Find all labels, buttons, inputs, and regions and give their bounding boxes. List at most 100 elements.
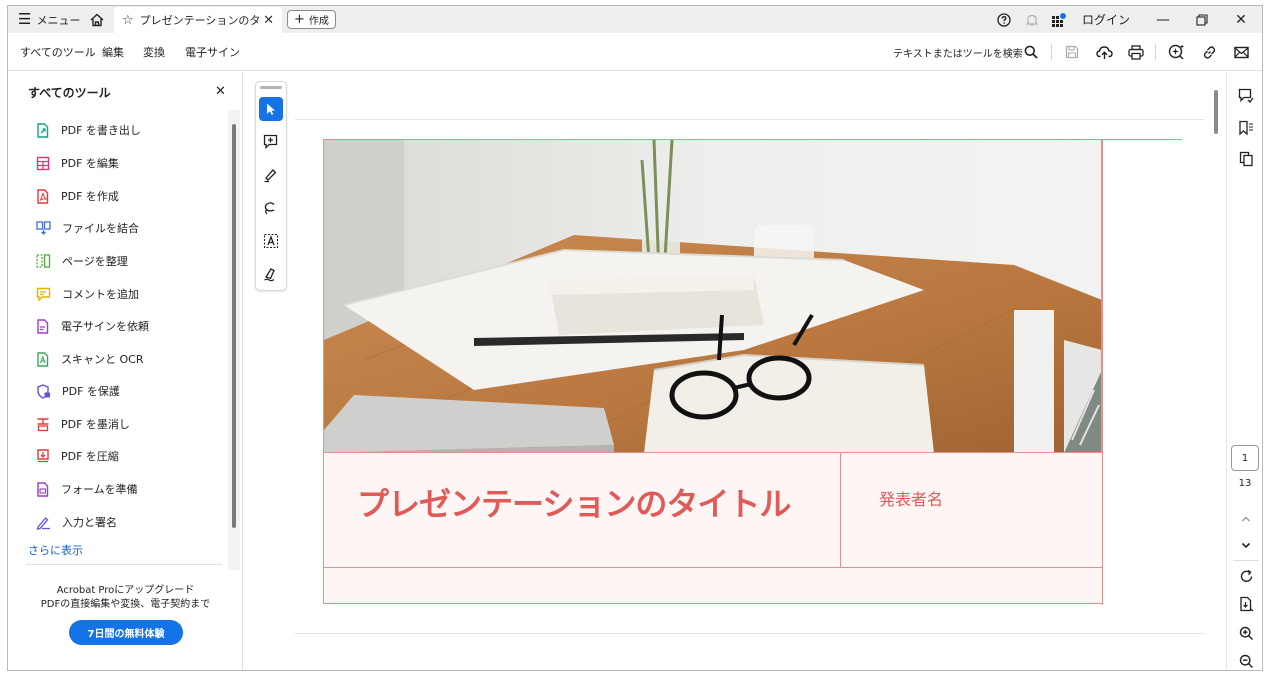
tab-all-tools[interactable]: すべてのツール [20, 33, 96, 71]
document-tab[interactable]: ☆ プレゼンテーションのタイ… ✕ [114, 7, 282, 33]
document-viewer[interactable]: プレゼンテーションのタイトル 発表者名 [244, 72, 1226, 670]
tab-title: プレゼンテーションのタイ… [139, 14, 260, 27]
share-link-button[interactable] [1197, 33, 1221, 71]
tool-protect-pdf[interactable]: PDF を保護 [36, 380, 120, 402]
maximize-button[interactable] [1182, 6, 1222, 33]
sign-tool[interactable] [259, 262, 283, 286]
tool-label: ページを整理 [62, 255, 128, 268]
tool-fill-and-sign[interactable]: 入力と署名 [36, 511, 117, 533]
email-button[interactable] [1229, 33, 1253, 71]
select-tool[interactable] [259, 97, 283, 121]
slide-title-box[interactable]: プレゼンテーションのタイトル [324, 453, 841, 568]
show-more-link[interactable]: さらに表示 [28, 542, 83, 558]
free-trial-button[interactable]: 7日間の無料体験 [69, 620, 183, 645]
close-window-button[interactable]: ✕ [1221, 6, 1261, 33]
zoom-in-button[interactable] [1234, 621, 1258, 645]
protect-pdf-icon [37, 383, 50, 399]
current-page-input[interactable]: 1 [1231, 445, 1259, 471]
document-scrollbar-thumb[interactable] [1214, 90, 1218, 134]
text-tool[interactable] [259, 229, 283, 253]
page-extract-icon [1239, 596, 1253, 612]
acrobat-window: ☰ メニュー ☆ プレゼンテーションのタイ… ✕ + 作成 ログイン — ✕ [7, 5, 1263, 671]
highlight-pen-icon [264, 169, 277, 183]
slide-presenter-box[interactable]: 発表者名 [841, 453, 1102, 568]
tool-label: コメントを追加 [62, 288, 139, 301]
tab-convert[interactable]: 変換 [143, 33, 165, 71]
rotate-button[interactable] [1234, 564, 1258, 588]
tool-label: 入力と署名 [62, 516, 117, 529]
add-comment-icon [36, 287, 51, 302]
tool-organize-pages[interactable]: ページを整理 [36, 250, 128, 272]
tool-label: PDF を圧縮 [61, 450, 119, 463]
print-icon [1128, 44, 1144, 60]
panel-divider [26, 564, 222, 565]
minimize-button[interactable]: — [1143, 6, 1183, 33]
ai-assistant-button[interactable] [1164, 33, 1188, 71]
close-panel-icon[interactable]: ✕ [215, 84, 226, 99]
tool-label: PDF を書き出し [61, 124, 141, 137]
new-create-button[interactable]: + 作成 [287, 10, 336, 29]
draw-tool[interactable] [259, 196, 283, 220]
next-page-button[interactable] [1234, 533, 1258, 557]
compress-pdf-icon [37, 448, 49, 462]
star-icon[interactable]: ☆ [122, 13, 134, 28]
tool-request-e-sign[interactable]: 電子サインを依頼 [36, 315, 149, 337]
maximize-icon [1196, 13, 1208, 26]
panel-title: すべてのツール [28, 86, 111, 100]
notifications-button[interactable] [1025, 6, 1039, 33]
tool-scan-ocr[interactable]: スキャンと OCR [36, 348, 143, 370]
close-window-icon: ✕ [1235, 11, 1247, 28]
main-toolbar: すべてのツール 編集 変換 電子サイン テキストまたはツールを検索 [8, 33, 1262, 71]
help-button[interactable] [997, 6, 1011, 33]
search-button[interactable] [1019, 33, 1043, 71]
tool-label: ファイルを結合 [62, 222, 139, 235]
apps-button[interactable] [1051, 6, 1067, 33]
previous-page-button[interactable] [1234, 507, 1258, 531]
tab-edit[interactable]: 編集 [102, 33, 124, 71]
zoom-in-icon [1239, 626, 1253, 640]
tool-redact-pdf[interactable]: PDF を墨消し [36, 413, 130, 435]
pages-icon [1239, 151, 1253, 167]
tool-edit-pdf[interactable]: PDF を編集 [36, 152, 119, 174]
request-e-sign-icon [37, 318, 49, 334]
slide-page[interactable]: プレゼンテーションのタイトル 発表者名 [323, 139, 1182, 605]
chevron-down-icon [1241, 542, 1251, 549]
tool-label: PDF を作成 [61, 190, 119, 203]
search-tools-label[interactable]: テキストまたはツールを検索 [893, 33, 1023, 71]
extract-page-button[interactable] [1234, 592, 1258, 616]
home-button[interactable] [88, 6, 106, 33]
tool-combine-files[interactable]: ファイルを結合 [36, 217, 139, 239]
zoom-out-button[interactable] [1234, 649, 1258, 670]
tool-label: フォームを準備 [61, 483, 138, 496]
upload-button[interactable] [1092, 33, 1116, 71]
organize-pages-icon [36, 254, 51, 268]
login-link[interactable]: ログイン [1082, 6, 1130, 33]
print-button[interactable] [1124, 33, 1148, 71]
menu-label: メニュー [36, 13, 81, 27]
create-pdf-icon [37, 188, 49, 204]
chevron-up-icon [1242, 516, 1250, 522]
tool-add-comment[interactable]: コメントを追加 [36, 283, 139, 305]
tool-prepare-form[interactable]: フォームを準備 [36, 478, 138, 500]
comment-icon [1238, 88, 1254, 103]
tool-compress-pdf[interactable]: PDF を圧縮 [36, 445, 119, 467]
save-icon [1065, 45, 1079, 59]
tool-create-pdf[interactable]: PDF を作成 [36, 185, 119, 207]
tool-label: 電子サインを依頼 [61, 320, 149, 333]
tool-label: スキャンと OCR [61, 353, 144, 366]
quick-tools-bar [255, 81, 287, 291]
add-comment-tool[interactable] [259, 130, 283, 154]
highlight-tool[interactable] [259, 163, 283, 187]
menu-icon: ☰ [18, 10, 32, 28]
panel-scrollbar-thumb[interactable] [232, 124, 236, 528]
menu-button[interactable]: ☰ メニュー [18, 6, 80, 33]
page-top-edge [295, 119, 1205, 120]
toolbar-grip[interactable] [260, 86, 282, 89]
close-icon[interactable]: ✕ [263, 13, 274, 28]
pages-panel-button[interactable] [1234, 147, 1258, 171]
bookmarks-panel-button[interactable] [1234, 116, 1258, 140]
save-button[interactable] [1060, 33, 1084, 71]
tab-e-sign[interactable]: 電子サイン [185, 33, 240, 71]
comments-panel-button[interactable] [1234, 84, 1258, 108]
tool-export-pdf[interactable]: PDF を書き出し [36, 119, 141, 141]
